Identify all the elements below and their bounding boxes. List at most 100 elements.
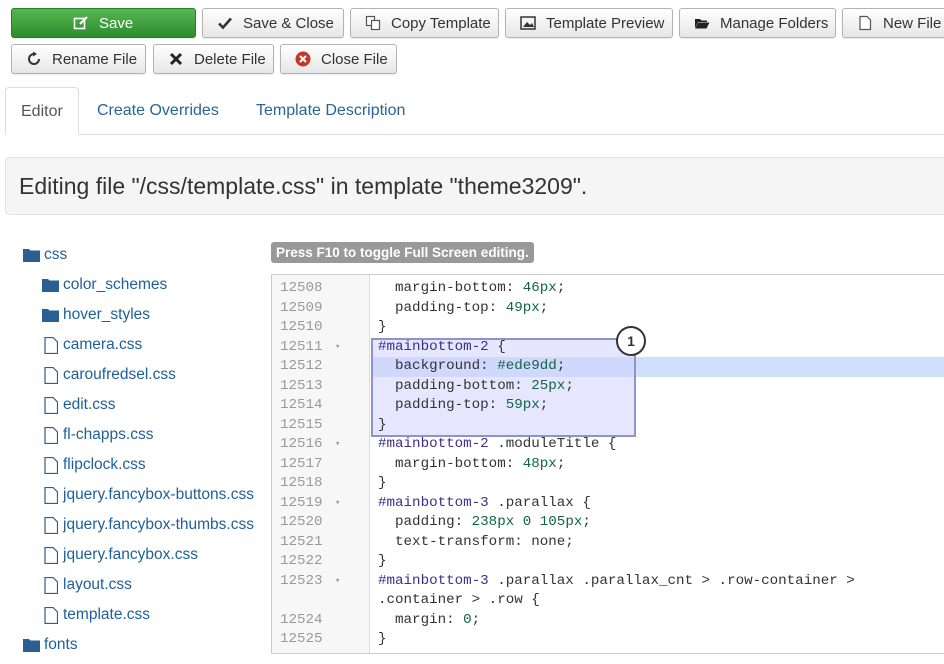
file-icon	[856, 14, 874, 32]
code-text: margin: 0;	[378, 611, 481, 628]
line-number: 12513	[280, 377, 323, 394]
folder-icon	[42, 277, 59, 293]
tab-template-description[interactable]: Template Description	[256, 87, 405, 135]
tree-item-label: caroufredsel.css	[63, 366, 176, 383]
code-line[interactable]: 12510}	[272, 318, 944, 338]
save-close-button[interactable]: Save & Close	[202, 8, 344, 38]
tab-bar: Editor Create Overrides Template Descrip…	[5, 87, 944, 135]
file-icon	[42, 606, 59, 624]
code-line[interactable]: 12514 padding-top: 59px;	[272, 396, 944, 416]
code-text: padding: 238px 0 105px;	[378, 514, 591, 530]
tab-template-description-label: Template Description	[256, 102, 406, 119]
code-text: #mainbottom-2 {	[378, 338, 506, 355]
line-number: 12518	[280, 475, 323, 491]
tree-file-flipclock[interactable]: flipclock.css	[42, 455, 146, 475]
tree-folder-fonts[interactable]: fonts	[23, 635, 78, 655]
tree-file-fancybox-thumbs[interactable]: jquery.fancybox-thumbs.css	[42, 515, 254, 535]
tree-item-label: hover_styles	[63, 306, 151, 323]
code-line[interactable]: 12521 text-transform: none;	[272, 533, 944, 553]
code-line[interactable]: 12513 padding-bottom: 25px;	[272, 377, 944, 397]
code-line[interactable]: 12508 margin-bottom: 46px;	[272, 279, 944, 299]
tree-folder-css[interactable]: css	[23, 245, 67, 265]
code-text: padding-top: 49px;	[378, 299, 549, 316]
tree-item-label: template.css	[63, 606, 151, 623]
tree-file-layout[interactable]: layout.css	[42, 575, 132, 595]
save-button[interactable]: Save	[11, 8, 196, 38]
tree-item-label: css	[44, 246, 68, 263]
tab-create-overrides[interactable]: Create Overrides	[97, 87, 219, 135]
fold-arrow-icon[interactable]: ▾	[335, 338, 340, 358]
line-number: 12512	[280, 358, 323, 374]
tree-file-caroufredsel[interactable]: caroufredsel.css	[42, 365, 176, 385]
folder-open-icon	[693, 14, 711, 32]
tree-file-fl-chapps[interactable]: fl-chapps.css	[42, 425, 153, 445]
close-file-button[interactable]: Close File	[280, 44, 397, 74]
tab-editor-label: Editor	[21, 103, 63, 120]
tab-editor[interactable]: Editor	[5, 87, 79, 135]
code-line[interactable]: 12516 ▾ #mainbottom-2 .moduleTitle {	[272, 435, 944, 455]
code-editor[interactable]: 12508 margin-bottom: 46px; 12509 padding-…	[271, 274, 944, 654]
code-line[interactable]: 12509 padding-top: 49px;	[272, 299, 944, 319]
refresh-icon	[25, 50, 43, 68]
file-icon	[42, 576, 59, 594]
tree-file-fancybox[interactable]: jquery.fancybox.css	[42, 545, 198, 565]
code-line[interactable]: 12522}	[272, 552, 944, 572]
close-icon	[167, 50, 185, 68]
tree-folder-hover-styles[interactable]: hover_styles	[42, 305, 150, 325]
tree-file-edit[interactable]: edit.css	[42, 395, 116, 415]
copy-template-button[interactable]: Copy Template	[350, 8, 499, 38]
code-text: }	[378, 553, 387, 569]
code-line[interactable]: 12519 ▾ #mainbottom-3 .parallax {	[272, 494, 944, 514]
line-number: 12522	[280, 553, 323, 569]
code-line[interactable]: 12520 padding: 238px 0 105px;	[272, 513, 944, 533]
editing-file-banner: Editing file "/css/template.css" in temp…	[5, 157, 944, 215]
code-line[interactable]: 12523 ▾ #mainbottom-3 .parallax .parallax_…	[272, 572, 944, 592]
new-file-button[interactable]: New File	[842, 8, 944, 38]
new-file-label: New File	[883, 14, 942, 32]
line-number: 12523	[280, 572, 323, 589]
copy-icon	[364, 14, 382, 32]
tree-item-label: jquery.fancybox-thumbs.css	[63, 516, 254, 533]
code-line[interactable]: 12511 ▾ #mainbottom-2 {	[272, 338, 944, 358]
file-icon	[42, 366, 59, 384]
fold-arrow-icon[interactable]: ▾	[335, 435, 340, 455]
file-icon	[42, 546, 59, 564]
delete-file-button[interactable]: Delete File	[153, 44, 274, 74]
file-icon	[42, 456, 59, 474]
file-icon	[42, 426, 59, 444]
line-number: 12515	[280, 416, 323, 433]
line-number: 12510	[280, 319, 323, 335]
code-line[interactable]: 12525}	[272, 630, 944, 650]
template-preview-button[interactable]: Template Preview	[505, 8, 673, 38]
copy-template-label: Copy Template	[391, 14, 491, 32]
code-text: #mainbottom-3 .parallax {	[378, 494, 591, 511]
code-line[interactable]: 12517 margin-bottom: 48px;	[272, 455, 944, 475]
fold-arrow-icon[interactable]: ▾	[335, 494, 340, 514]
tree-folder-color-schemes[interactable]: color_schemes	[42, 275, 167, 295]
code-text: margin-bottom: 48px;	[378, 455, 566, 472]
tree-item-label: flipclock.css	[63, 456, 146, 473]
code-line[interactable]: 12524 margin: 0;	[272, 611, 944, 631]
folder-icon	[23, 637, 40, 653]
fold-arrow-icon[interactable]: ▾	[335, 572, 340, 592]
line-number: 12517	[280, 455, 323, 472]
tab-create-overrides-label: Create Overrides	[97, 102, 219, 119]
manage-folders-label: Manage Folders	[720, 14, 829, 32]
code-text: background: #ede9dd;	[378, 358, 566, 374]
code-line[interactable]: .container > .row {	[272, 591, 944, 611]
code-line[interactable]: 12512 background: #ede9dd;	[272, 357, 944, 377]
tree-file-fancybox-buttons[interactable]: jquery.fancybox-buttons.css	[42, 485, 254, 505]
tree-file-camera[interactable]: camera.css	[42, 335, 142, 355]
callout-number-badge: 1	[616, 326, 646, 356]
line-number: 12511	[280, 338, 323, 355]
cancel-circle-icon	[294, 50, 312, 68]
code-line[interactable]: 12518}	[272, 474, 944, 494]
file-icon	[42, 516, 59, 534]
manage-folders-button[interactable]: Manage Folders	[679, 8, 836, 38]
code-line[interactable]: 12515}	[272, 416, 944, 436]
save-close-label: Save & Close	[243, 14, 334, 32]
code-text: }	[378, 416, 387, 433]
rename-file-button[interactable]: Rename File	[11, 44, 146, 74]
tree-file-template[interactable]: template.css	[42, 605, 150, 625]
code-text: #mainbottom-2 .moduleTitle {	[378, 436, 617, 452]
